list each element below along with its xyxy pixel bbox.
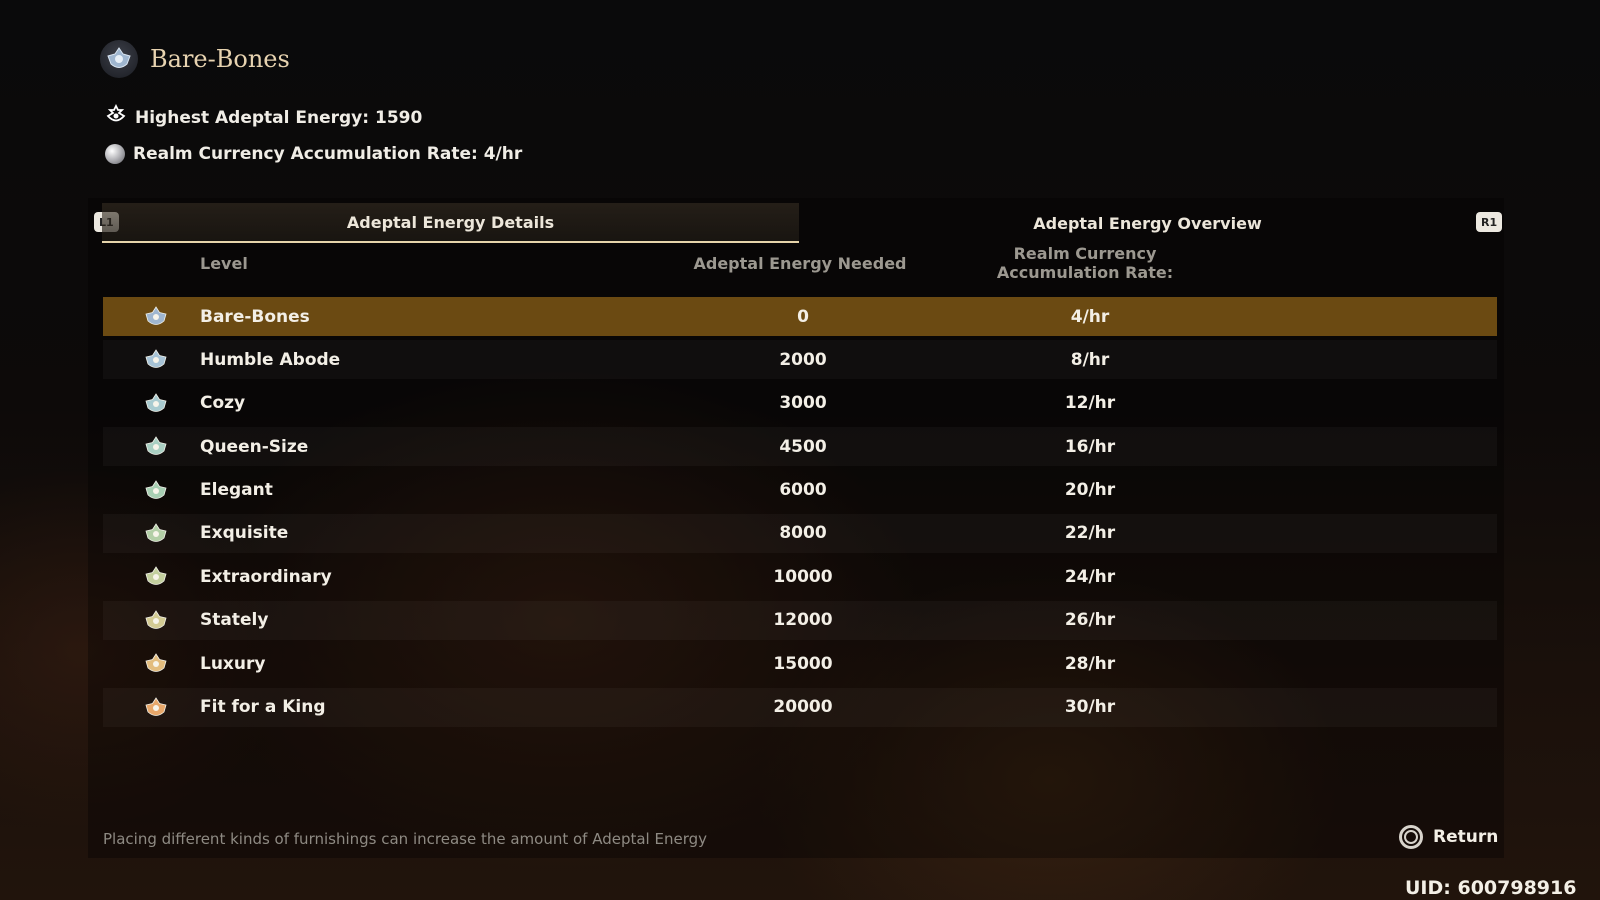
row-energy-needed: 12000 [773, 610, 833, 631]
row-accumulation-rate: 28/hr [1064, 653, 1116, 674]
column-header-accumulation-rate: Realm Currency Accumulation Rate: [996, 244, 1174, 282]
table-row[interactable]: Cozy 3000 12/hr [103, 384, 1497, 423]
table-row[interactable]: Extraordinary 10000 24/hr [103, 557, 1497, 596]
table-row[interactable]: Humble Abode 2000 8/hr [103, 340, 1497, 379]
currency-rate-text: Realm Currency Accumulation Rate: 4/hr [133, 144, 523, 164]
rank-emblem-icon [143, 608, 169, 634]
page-title: Bare-Bones [150, 45, 290, 73]
row-energy-needed: 6000 [779, 480, 827, 501]
row-energy-needed: 8000 [779, 523, 827, 544]
rank-emblem-icon [143, 651, 169, 677]
currency-rate-stat: Realm Currency Accumulation Rate: 4/hr [105, 144, 522, 164]
return-label: Return [1433, 827, 1499, 847]
table-row[interactable]: Queen-Size 4500 16/hr [103, 427, 1497, 466]
row-accumulation-rate: 26/hr [1064, 610, 1116, 631]
row-accumulation-rate: 22/hr [1064, 523, 1116, 544]
row-energy-needed: 20000 [773, 697, 833, 718]
row-accumulation-rate: 8/hr [1070, 349, 1110, 370]
row-level-name: Elegant [200, 480, 273, 501]
row-level-name: Exquisite [200, 523, 289, 544]
column-header-level: Level [200, 254, 248, 273]
table-row[interactable]: Fit for a King 20000 30/hr [103, 688, 1497, 727]
rank-emblem-icon [143, 564, 169, 590]
row-energy-needed: 2000 [779, 349, 827, 370]
realm-currency-icon [105, 144, 125, 164]
rank-emblem-icon [143, 391, 169, 417]
row-level-name: Fit for a King [200, 697, 326, 718]
table-row[interactable]: Elegant 6000 20/hr [103, 471, 1497, 510]
row-energy-needed: 0 [797, 306, 809, 327]
row-level-name: Cozy [200, 393, 246, 414]
realm-rank-icon [100, 40, 138, 78]
level-table: Bare-Bones 0 4/hr Humble Abode 2000 8/hr Cozy 3… [103, 297, 1497, 731]
row-energy-needed: 10000 [773, 566, 833, 587]
table-row[interactable]: Exquisite 8000 22/hr [103, 514, 1497, 553]
hint-text: Placing different kinds of furnishings c… [103, 830, 707, 848]
realm-header: Bare-Bones [100, 40, 290, 78]
row-accumulation-rate: 30/hr [1064, 697, 1116, 718]
tab-bar: Adeptal Energy Details Adeptal Energy Ov… [102, 203, 1496, 243]
row-level-name: Stately [200, 610, 269, 631]
rank-emblem-icon [143, 347, 169, 373]
table-row[interactable]: Bare-Bones 0 4/hr [103, 297, 1497, 336]
row-accumulation-rate: 20/hr [1064, 480, 1116, 501]
highest-energy-text: Highest Adeptal Energy: 1590 [135, 107, 423, 128]
row-level-name: Extraordinary [200, 566, 332, 587]
uid-label: UID: 600798916 [1405, 877, 1577, 899]
circle-button-icon [1399, 825, 1423, 849]
row-energy-needed: 4500 [779, 436, 827, 457]
column-header-energy-needed: Adeptal Energy Needed [693, 254, 907, 273]
table-row[interactable]: Luxury 15000 28/hr [103, 644, 1497, 683]
row-accumulation-rate: 16/hr [1064, 436, 1116, 457]
rank-emblem-icon [143, 521, 169, 547]
row-energy-needed: 15000 [773, 653, 833, 674]
row-energy-needed: 3000 [779, 393, 827, 414]
adeptal-energy-icon [105, 103, 127, 131]
row-accumulation-rate: 24/hr [1064, 566, 1116, 587]
tab-adeptal-energy-details[interactable]: Adeptal Energy Details [102, 203, 799, 243]
tab-adeptal-energy-overview[interactable]: Adeptal Energy Overview [799, 203, 1496, 243]
return-button[interactable]: Return [1399, 825, 1498, 849]
row-accumulation-rate: 4/hr [1070, 306, 1110, 327]
highest-energy-stat: Highest Adeptal Energy: 1590 [105, 103, 423, 131]
row-level-name: Luxury [200, 653, 266, 674]
table-row[interactable]: Stately 12000 26/hr [103, 601, 1497, 640]
rank-emblem-icon [143, 434, 169, 460]
row-accumulation-rate: 12/hr [1064, 393, 1116, 414]
row-level-name: Queen-Size [200, 436, 309, 457]
row-level-name: Bare-Bones [200, 306, 310, 327]
rank-emblem-icon [143, 304, 169, 330]
rank-emblem-icon [143, 695, 169, 721]
rank-emblem-icon [143, 478, 169, 504]
row-level-name: Humble Abode [200, 349, 341, 370]
